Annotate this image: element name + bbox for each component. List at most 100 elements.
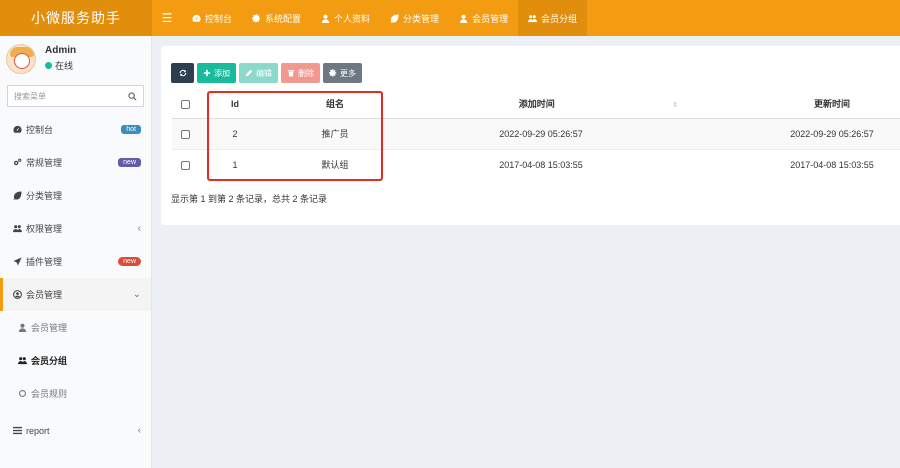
table-row[interactable]: 1 默认组 2017-04-08 15:03:55 2017-04-08 15:… xyxy=(172,149,900,180)
topnav-dashboard[interactable]: 控制台 xyxy=(182,0,242,36)
sidebar-subitem-member-management[interactable]: 会员管理 xyxy=(0,311,151,344)
sidebar-subitem-member-rules[interactable]: 会员规则 xyxy=(0,377,151,410)
sidebar-item-plugins[interactable]: 插件管理 new xyxy=(0,245,151,278)
users-icon xyxy=(17,357,27,365)
more-button[interactable]: 更多 xyxy=(323,63,362,83)
toolbar: 添加 编辑 删除 更多 xyxy=(171,63,362,83)
sidebar-item-report[interactable]: report ‹ xyxy=(0,414,151,447)
sidebar-item-dashboard[interactable]: 控制台 hot xyxy=(0,113,151,146)
cell-created: 2022-09-29 05:26:57 xyxy=(398,118,684,150)
sidebar-item-label: 会员管理 xyxy=(31,323,68,333)
sidebar: Admin 在线 控制台 hot 常规管理 new 分类管理 权限管理 ‹ xyxy=(0,36,152,468)
table-row[interactable]: 2 推广员 2022-09-29 05:26:57 2022-09-29 05:… xyxy=(172,118,900,150)
cell-updated: 2022-09-29 05:26:57 xyxy=(684,118,900,150)
topnav-dashboard-label: 控制台 xyxy=(205,13,233,24)
column-header-created[interactable]: 添加时间 ⇕ xyxy=(398,90,684,119)
leaf-icon xyxy=(12,191,22,200)
top-navbar: 小微服务助手 ☰ 控制台 系统配置 个人资料 分类管理 会员管理 会员分组 xyxy=(0,0,900,36)
pagination-summary: 显示第 1 到第 2 条记录，总共 2 条记录 xyxy=(171,194,328,204)
row-checkbox[interactable] xyxy=(180,129,190,139)
gear-icon xyxy=(329,69,337,77)
add-button-label: 添加 xyxy=(214,68,230,78)
more-button-label: 更多 xyxy=(340,68,356,78)
sidebar-item-label: 权限管理 xyxy=(26,224,63,234)
delete-button[interactable]: 删除 xyxy=(281,63,320,83)
chevron-down-icon: ⌄ xyxy=(132,289,141,300)
cell-created: 2017-04-08 15:03:55 xyxy=(499,159,583,170)
column-header-updated[interactable]: 更新时间 xyxy=(684,90,900,119)
circle-icon xyxy=(18,389,26,398)
refresh-button[interactable] xyxy=(171,63,194,83)
edit-button[interactable]: 编辑 xyxy=(239,63,278,83)
user-status-label: 在线 xyxy=(55,61,74,71)
add-button[interactable]: 添加 xyxy=(197,63,236,83)
select-all-checkbox-cell xyxy=(172,90,198,119)
delete-button-label: 删除 xyxy=(298,68,314,78)
gears-icon xyxy=(13,158,21,166)
column-header-created-label: 添加时间 xyxy=(518,99,555,110)
sidebar-item-permissions[interactable]: 权限管理 ‹ xyxy=(0,212,151,245)
sidebar-item-label: 会员管理 xyxy=(26,290,63,300)
column-header-name[interactable]: 组名 xyxy=(272,90,398,119)
top-nav: ☰ 控制台 系统配置 个人资料 分类管理 会员管理 会员分组 xyxy=(152,0,588,36)
topnav-member[interactable]: 会员管理 xyxy=(449,0,518,36)
cell-name: 默认组 xyxy=(321,160,349,171)
topnav-category-label: 分类管理 xyxy=(403,13,440,24)
user-icon xyxy=(18,323,26,332)
pencil-icon xyxy=(245,69,253,77)
sidebar-item-label: 控制台 xyxy=(26,125,54,135)
user-panel: Admin 在线 xyxy=(0,36,151,81)
menu-toggle-icon[interactable]: ☰ xyxy=(152,0,182,36)
chevron-left-icon: ‹ xyxy=(137,223,141,234)
gear-icon xyxy=(252,13,261,23)
topnav-member-group[interactable]: 会员分组 xyxy=(518,0,588,36)
sidebar-item-label: 会员分组 xyxy=(31,356,68,366)
row-checkbox[interactable] xyxy=(180,160,190,170)
cell-updated: 2017-04-08 15:03:55 xyxy=(790,159,874,170)
chevron-left-icon: ‹ xyxy=(137,425,141,436)
brand-logo[interactable]: 小微服务助手 xyxy=(0,0,152,36)
dashboard-icon xyxy=(12,125,22,133)
trash-icon xyxy=(287,70,295,77)
content-panel: 添加 编辑 删除 更多 Id 组名 添加时间 ⇕ 更新时间 2 推广员 2022… xyxy=(161,46,900,225)
sidebar-menu: 控制台 hot 常规管理 new 分类管理 权限管理 ‹ 插件管理 new 会员… xyxy=(0,113,151,447)
user-status: 在线 xyxy=(45,59,76,72)
plus-icon xyxy=(203,69,211,77)
user-icon xyxy=(321,14,330,23)
sidebar-item-label: 常规管理 xyxy=(26,158,63,168)
search-icon[interactable] xyxy=(128,91,137,101)
sort-icon[interactable]: ⇕ xyxy=(672,102,678,109)
hot-badge: hot xyxy=(121,125,141,134)
sidebar-item-label: 分类管理 xyxy=(26,191,63,201)
sidebar-search xyxy=(7,85,144,107)
sidebar-item-label: 会员规则 xyxy=(31,389,68,399)
avatar[interactable] xyxy=(6,43,36,74)
list-icon xyxy=(12,426,22,435)
new-badge: new xyxy=(118,257,141,266)
rocket-icon xyxy=(12,257,22,266)
sidebar-item-general[interactable]: 常规管理 new xyxy=(0,146,151,179)
topnav-system-config-label: 系统配置 xyxy=(265,13,302,24)
search-input[interactable] xyxy=(14,91,114,101)
topnav-member-group-label: 会员分组 xyxy=(541,13,578,24)
dashboard-icon xyxy=(192,14,201,22)
sidebar-subitem-member-group[interactable]: 会员分组 xyxy=(0,344,151,377)
sidebar-item-category[interactable]: 分类管理 xyxy=(0,179,151,212)
column-header-id[interactable]: Id xyxy=(198,90,272,119)
topnav-system-config[interactable]: 系统配置 xyxy=(242,0,311,36)
sidebar-item-label: report xyxy=(26,425,50,436)
topnav-profile[interactable]: 个人资料 xyxy=(311,0,380,36)
user-circle-icon xyxy=(12,290,22,299)
sidebar-item-member-management[interactable]: 会员管理 ⌄ xyxy=(0,278,151,311)
topnav-category[interactable]: 分类管理 xyxy=(380,0,449,36)
users-icon xyxy=(12,225,22,233)
member-group-table: Id 组名 添加时间 ⇕ 更新时间 2 推广员 2022-09-29 05:26… xyxy=(172,90,900,180)
edit-button-label: 编辑 xyxy=(256,68,272,78)
leaf-icon xyxy=(390,13,399,23)
refresh-icon xyxy=(179,69,186,77)
cell-name: 推广员 xyxy=(272,118,398,150)
cell-id: 2 xyxy=(198,118,272,150)
topnav-member-label: 会员管理 xyxy=(472,13,509,24)
topnav-profile-label: 个人资料 xyxy=(334,13,371,24)
select-all-checkbox[interactable] xyxy=(180,99,190,109)
